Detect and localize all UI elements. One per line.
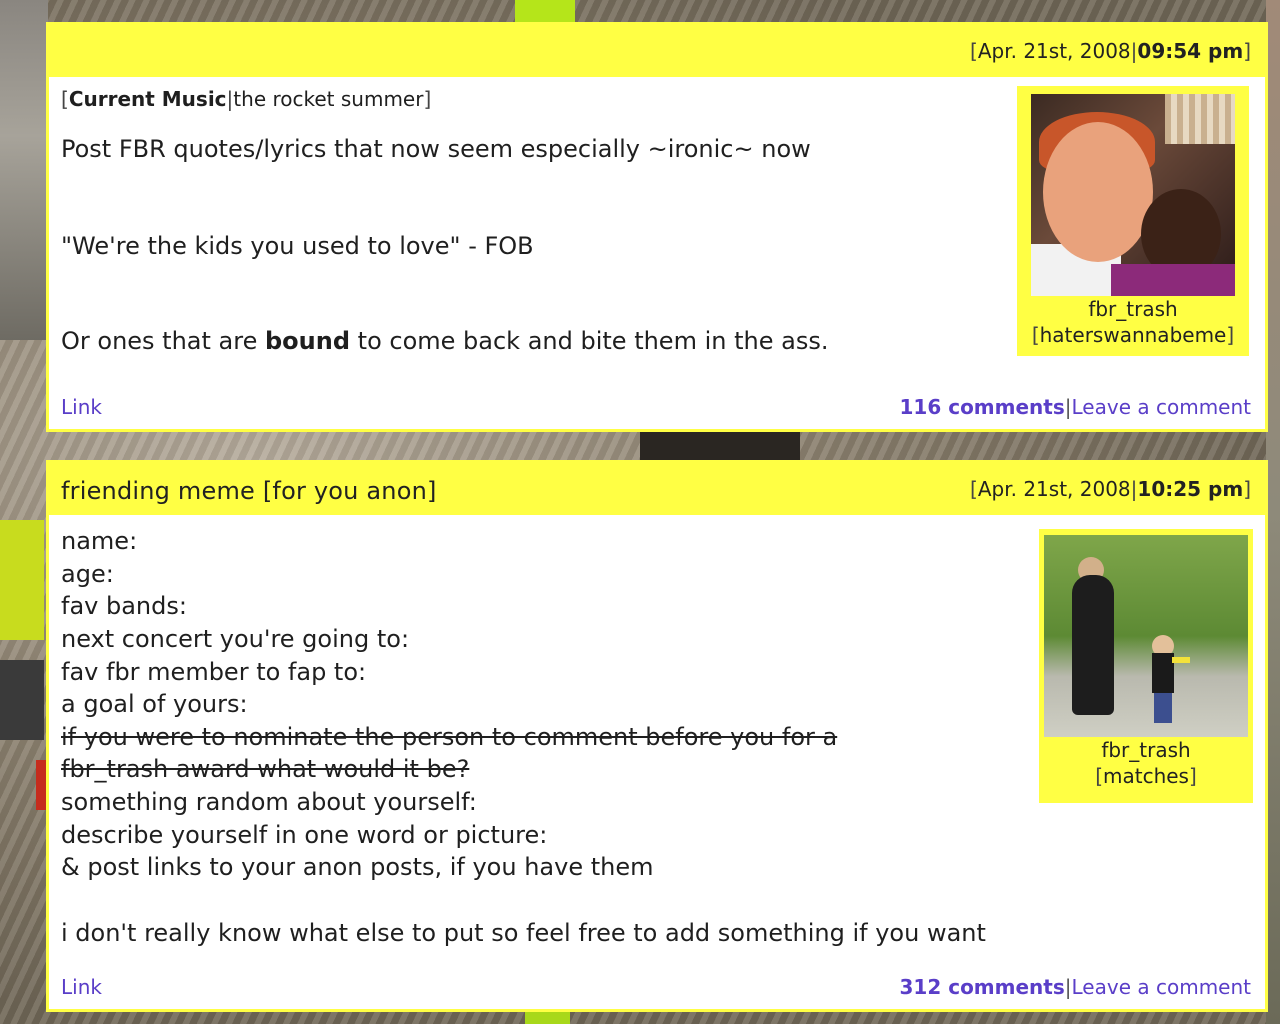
entry-line-bold: bound [265, 327, 351, 356]
struck-line: if you were to nominate the person to co… [61, 722, 838, 751]
entry-closing: i don't really know what else to put so … [61, 918, 986, 947]
entry-line: age: [61, 559, 114, 588]
background-photo-right [1266, 0, 1280, 1024]
entry-line-part: to come back and bite them in the ass. [350, 327, 829, 356]
entry-line-part: Or ones that are [61, 327, 265, 356]
background-shirt [515, 0, 575, 24]
comments-count-link[interactable]: 116 comments [900, 395, 1065, 419]
userpic-box[interactable]: fbr_trash [haterswannabeme] [1017, 86, 1249, 356]
entry-text: [Current Music|the rocket summer] Post F… [61, 87, 1005, 358]
current-music-label: Current Music [68, 87, 227, 111]
entry-date: [Apr. 21st, 2008|09:54 pm] [970, 39, 1251, 63]
entry-subject: friending meme [for you anon] [61, 477, 437, 505]
userpic-keyword-text: haterswannabeme [1039, 323, 1227, 347]
leave-comment-link[interactable]: Leave a comment [1072, 395, 1251, 419]
entry-body: name: age: fav bands: next concert you'r… [49, 515, 1265, 1009]
leave-comment-link[interactable]: Leave a comment [1072, 975, 1251, 999]
entry-date-text: Apr. 21st, 2008 [977, 477, 1131, 501]
entry-comments: 116 comments|Leave a comment [899, 395, 1252, 419]
userpic-keyword-text: matches [1103, 764, 1189, 788]
entry-header: [Apr. 21st, 2008|09:54 pm] [49, 25, 1265, 77]
entry-link[interactable]: Link [61, 975, 102, 999]
entry-line: a goal of yours: [61, 690, 248, 719]
background-red-strap [36, 760, 46, 810]
journal-entry: [Apr. 21st, 2008|09:54 pm] [Current Musi… [46, 22, 1268, 432]
entry-body: [Current Music|the rocket summer] Post F… [49, 77, 1265, 429]
background-leg [0, 520, 44, 640]
entry-link[interactable]: Link [61, 395, 102, 419]
entry-time: 09:54 pm [1137, 39, 1244, 63]
userpic-username[interactable]: fbr_trash [1039, 737, 1253, 763]
comments-count-link[interactable]: 312 comments [900, 975, 1065, 999]
entry-line: Or ones that are bound to come back and … [61, 325, 1005, 358]
entry-line: name: [61, 527, 138, 555]
entry-line: next concert you're going to: [61, 624, 410, 653]
entry-date-text: Apr. 21st, 2008 [977, 39, 1131, 63]
journal-entry: friending meme [for you anon] [Apr. 21st… [46, 460, 1268, 1012]
entry-header: friending meme [for you anon] [Apr. 21st… [49, 463, 1265, 515]
entry-line: fav bands: [61, 592, 187, 621]
background-photo-left [0, 0, 48, 340]
entry-line: "We're the kids you used to love" - FOB [61, 232, 534, 261]
struck-line: fbr_trash award what would it be? [61, 755, 470, 784]
userpic-keyword: [haterswannabeme] [1031, 323, 1235, 347]
entry-comments: 312 comments|Leave a comment [899, 975, 1252, 999]
background-dark-patch [640, 432, 800, 460]
userpic-keyword: [matches] [1095, 764, 1197, 788]
userpic-username[interactable]: fbr_trash [1017, 296, 1249, 322]
entry-text: name: age: fav bands: next concert you'r… [61, 525, 1005, 950]
entry-line: something random about yourself: [61, 788, 477, 816]
entry-line: describe yourself in one word or picture… [61, 820, 548, 849]
entry-line: & post links to your anon posts, if you … [61, 853, 654, 882]
background-shoe [0, 660, 44, 740]
entry-date: [Apr. 21st, 2008|10:25 pm] [970, 477, 1251, 501]
userpic-box[interactable]: fbr_trash [matches] [1039, 529, 1253, 803]
entry-time: 10:25 pm [1137, 477, 1244, 501]
entry-line: Post FBR quotes/lyrics that now seem esp… [61, 135, 811, 163]
current-music: [Current Music|the rocket summer] [61, 87, 432, 111]
current-music-value: the rocket summer [233, 87, 424, 111]
userpic-image[interactable] [1031, 94, 1235, 296]
entry-line: fav fbr member to fap to: [61, 657, 367, 686]
userpic-image[interactable] [1044, 535, 1248, 737]
